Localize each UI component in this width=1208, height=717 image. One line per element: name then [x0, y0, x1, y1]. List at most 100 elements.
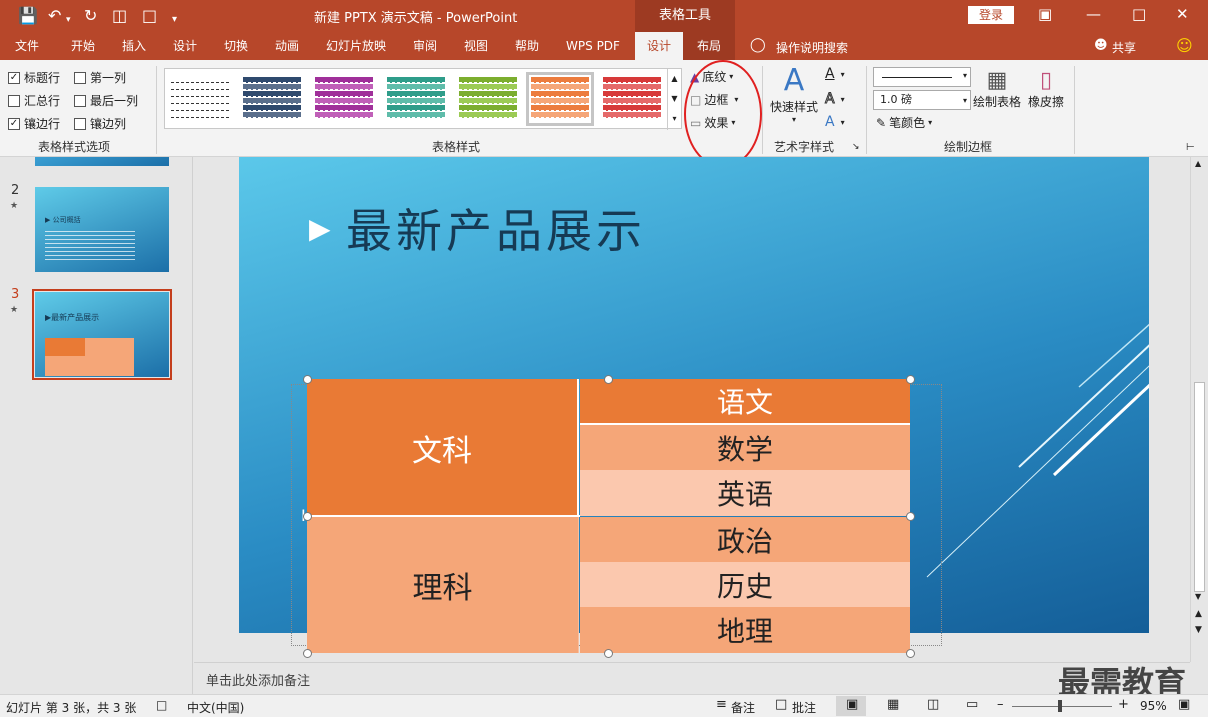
vertical-scrollbar[interactable]: ▲ ▼ ▲ ▼: [1190, 157, 1208, 662]
table-style-swatch[interactable]: [243, 77, 301, 121]
undo-dropdown-icon[interactable]: ▾: [66, 10, 71, 30]
tab-wps-pdf[interactable]: WPS PDF: [560, 32, 626, 60]
undo-icon[interactable]: ↶: [48, 6, 61, 26]
comments-icon[interactable]: □: [775, 697, 787, 712]
tab-help[interactable]: 帮助: [506, 32, 548, 60]
table-cell-subject[interactable]: 语文: [580, 379, 910, 425]
comments-button[interactable]: 批注: [792, 699, 816, 716]
text-outline-button[interactable]: A ▾: [825, 91, 845, 108]
slide-sorter-view-icon[interactable]: ▦: [887, 697, 899, 712]
eraser-button[interactable]: ▯ 橡皮擦: [1028, 68, 1064, 110]
notes-toggle-button[interactable]: 备注: [731, 699, 755, 716]
share-user-icon[interactable]: ☻: [1094, 38, 1108, 53]
table-cell-subject[interactable]: 数学: [580, 425, 910, 470]
checkbox-banded-columns[interactable]: 镶边列: [74, 115, 126, 132]
pin-ribbon-icon[interactable]: ⊢: [1186, 142, 1195, 153]
slide-thumbnail-2[interactable]: ▶ 公司概括: [35, 187, 169, 272]
tab-table-layout[interactable]: 布局: [687, 32, 731, 60]
table-styles-gallery[interactable]: ▲ ▼ ▾: [164, 68, 682, 130]
table-cell-subject[interactable]: 政治: [580, 517, 910, 562]
resize-handle[interactable]: [906, 649, 915, 658]
new-file-icon[interactable]: □: [142, 6, 157, 26]
table-cell-subject[interactable]: 历史: [580, 562, 910, 607]
tab-slideshow[interactable]: 幻灯片放映: [320, 32, 392, 60]
tab-home[interactable]: 开始: [62, 32, 104, 60]
spelling-check-icon[interactable]: □: [156, 698, 167, 712]
checkbox-box[interactable]: [8, 94, 20, 107]
table-style-swatch[interactable]: [459, 77, 517, 121]
tab-review[interactable]: 审阅: [404, 32, 446, 60]
checkbox-header-row[interactable]: ✓ 标题行: [8, 69, 60, 86]
resize-handle[interactable]: [906, 375, 915, 384]
table-style-swatch[interactable]: [315, 77, 373, 121]
zoom-slider-thumb[interactable]: [1058, 700, 1062, 712]
table-cell-group[interactable]: 理科: [307, 517, 579, 653]
table-style-swatch[interactable]: [171, 77, 229, 121]
slideshow-view-icon[interactable]: ▭: [966, 697, 978, 712]
table-cell-subject[interactable]: 英语: [580, 470, 910, 516]
scrollbar-thumb[interactable]: [1194, 382, 1205, 592]
table-style-swatch[interactable]: [387, 77, 445, 121]
dialog-launcher-icon[interactable]: ↘: [852, 142, 860, 152]
previous-slide-icon[interactable]: ▲: [1195, 609, 1202, 619]
notes-toggle-icon[interactable]: ≡: [716, 697, 727, 712]
reading-view-icon[interactable]: ◫: [927, 697, 939, 712]
share-button[interactable]: 共享: [1112, 39, 1136, 56]
quick-styles-button[interactable]: A 快速样式 ▾: [770, 64, 818, 125]
fit-slide-icon[interactable]: ▣: [1178, 697, 1190, 712]
checkbox-box[interactable]: ✓: [8, 71, 20, 84]
gallery-scroll[interactable]: ▲ ▼ ▾: [667, 69, 681, 130]
draw-table-button[interactable]: ▦ 绘制表格: [973, 68, 1021, 110]
slide-thumbnail-3[interactable]: ▶最新产品展示: [35, 292, 169, 377]
present-from-start-icon[interactable]: ◫: [112, 6, 127, 26]
table-style-swatch[interactable]: [603, 77, 661, 121]
normal-view-icon[interactable]: ▣: [846, 697, 858, 712]
checkbox-first-column[interactable]: 第一列: [74, 69, 126, 86]
checkbox-last-column[interactable]: 最后一列: [74, 92, 138, 109]
checkbox-box[interactable]: ✓: [8, 117, 20, 130]
redo-icon[interactable]: ↻: [84, 6, 97, 26]
scroll-down-icon[interactable]: ▼: [1195, 592, 1201, 601]
checkbox-banded-rows[interactable]: ✓ 镶边行: [8, 115, 60, 132]
slide-thumbnail-partial[interactable]: [35, 157, 169, 166]
resize-handle[interactable]: [604, 375, 613, 384]
resize-handle[interactable]: [906, 512, 915, 521]
notes-pane[interactable]: 单击此处添加备注: [194, 662, 1190, 694]
resize-handle[interactable]: [604, 649, 613, 658]
tab-view[interactable]: 视图: [455, 32, 497, 60]
checkbox-box[interactable]: [74, 117, 86, 130]
scroll-up-icon[interactable]: ▲: [1195, 159, 1201, 168]
minimize-icon[interactable]: —: [1086, 5, 1101, 23]
save-icon[interactable]: 💾: [18, 6, 38, 26]
pen-style-select[interactable]: ▾: [873, 67, 971, 87]
tab-transitions[interactable]: 切换: [215, 32, 257, 60]
tab-file[interactable]: 文件: [6, 32, 48, 60]
notes-placeholder[interactable]: 单击此处添加备注: [206, 670, 310, 689]
smiley-feedback-icon[interactable]: ☺: [1176, 36, 1193, 55]
language-indicator[interactable]: 中文(中国): [187, 699, 244, 716]
pen-weight-select[interactable]: 1.0 磅 ▾: [873, 90, 971, 110]
tab-table-design[interactable]: 设计: [635, 32, 683, 60]
resize-handle[interactable]: [303, 649, 312, 658]
slide-table[interactable]: 文科 语文 数学 英语 理科 政治 历史 地理: [307, 379, 910, 653]
zoom-in-icon[interactable]: +: [1118, 697, 1129, 712]
tab-insert[interactable]: 插入: [113, 32, 155, 60]
resize-handle[interactable]: [303, 512, 312, 521]
login-button[interactable]: 登录: [968, 6, 1014, 24]
close-icon[interactable]: ✕: [1176, 5, 1189, 23]
checkbox-box[interactable]: [74, 71, 86, 84]
tab-animations[interactable]: 动画: [266, 32, 308, 60]
zoom-level[interactable]: 95%: [1140, 699, 1167, 713]
tab-design[interactable]: 设计: [164, 32, 206, 60]
ribbon-display-options-icon[interactable]: ▣: [1038, 5, 1052, 23]
zoom-slider-track[interactable]: [1012, 706, 1112, 707]
text-fill-button[interactable]: A ▾: [825, 66, 845, 82]
slide-title[interactable]: 最新产品展示: [346, 195, 646, 261]
zoom-out-icon[interactable]: –: [997, 697, 1004, 712]
table-cell-group[interactable]: 文科: [307, 379, 579, 516]
table-style-swatch[interactable]: [526, 72, 594, 126]
pen-color-button[interactable]: ✎ 笔颜色 ▾: [876, 114, 932, 131]
checkbox-box[interactable]: [74, 94, 86, 107]
customize-qat-icon[interactable]: ▾: [172, 10, 177, 30]
text-effects-button[interactable]: A ▾: [825, 114, 845, 130]
